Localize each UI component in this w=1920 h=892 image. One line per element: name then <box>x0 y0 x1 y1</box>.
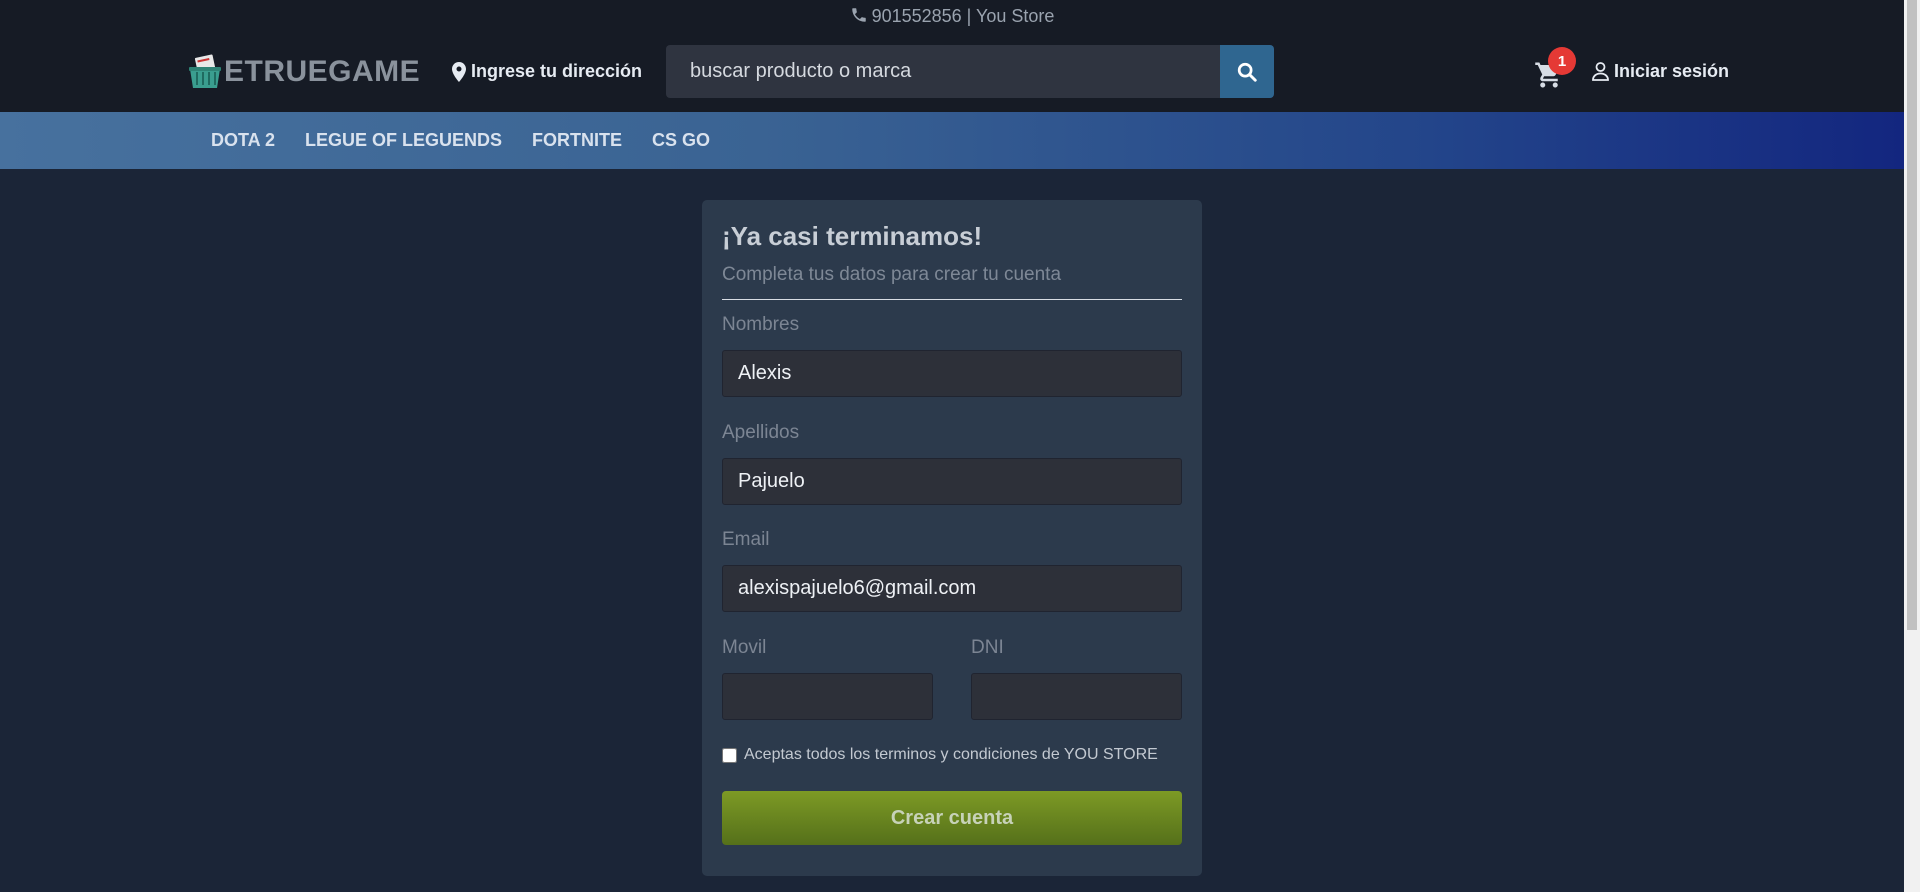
search-bar <box>666 45 1274 98</box>
nav-item-cs-go[interactable]: CS GO <box>652 130 710 151</box>
phone-text: 901552856 | You Store <box>871 6 1055 26</box>
register-card: ¡Ya casi terminamos! Completa tus datos … <box>702 200 1202 876</box>
nombres-field[interactable] <box>722 350 1182 397</box>
category-nav: DOTA 2 LEGUE OF LEGUENDS FORTNITE CS GO <box>0 112 1904 169</box>
phone-icon <box>851 8 866 22</box>
search-icon <box>1237 62 1257 82</box>
map-marker-icon <box>452 61 466 82</box>
dni-label: DNI <box>971 637 1004 658</box>
divider <box>722 299 1182 300</box>
address-label: Ingrese tu dirección <box>471 61 643 81</box>
email-field[interactable] <box>722 565 1182 612</box>
address-selector[interactable]: Ingrese tu dirección <box>452 61 642 82</box>
phone-line: 901552856 | You Store <box>0 6 1904 27</box>
search-input[interactable] <box>666 45 1220 98</box>
email-label: Email <box>722 529 770 550</box>
form-subtitle: Completa tus datos para crear tu cuenta <box>722 264 1062 285</box>
apellidos-field[interactable] <box>722 458 1182 505</box>
apellidos-label: Apellidos <box>722 422 800 443</box>
nav-item-league-of-legends[interactable]: LEGUE OF LEGUENDS <box>305 130 502 151</box>
nombres-label: Nombres <box>722 314 800 335</box>
nav-item-fortnite[interactable]: FORTNITE <box>532 130 622 151</box>
site-logo[interactable]: ETRUEGAME <box>188 52 420 92</box>
basket-logo-icon <box>189 54 221 88</box>
user-icon <box>1592 62 1609 81</box>
movil-field[interactable] <box>722 673 933 720</box>
nav-item-dota2[interactable]: DOTA 2 <box>211 130 275 151</box>
terms-label: Aceptas todos los terminos y condiciones… <box>744 746 1158 763</box>
terms-checkbox[interactable] <box>722 747 737 763</box>
login-label: Iniciar sesión <box>1614 61 1730 81</box>
logo-text: ETRUEGAME <box>224 55 421 88</box>
search-button[interactable] <box>1220 45 1274 98</box>
dni-field[interactable] <box>971 673 1182 720</box>
form-title: ¡Ya casi terminamos! <box>722 221 983 251</box>
top-header: 901552856 | You Store ETRUEGAME Ingrese … <box>0 0 1904 112</box>
terms-row: Aceptas todos los terminos y condiciones… <box>722 746 1158 764</box>
movil-label: Movil <box>722 637 767 658</box>
login-link[interactable]: Iniciar sesión <box>1592 61 1729 82</box>
scrollbar-thumb[interactable] <box>1907 0 1917 630</box>
cart-count-badge: 1 <box>1548 47 1576 75</box>
create-account-button[interactable]: Crear cuenta <box>722 791 1182 845</box>
